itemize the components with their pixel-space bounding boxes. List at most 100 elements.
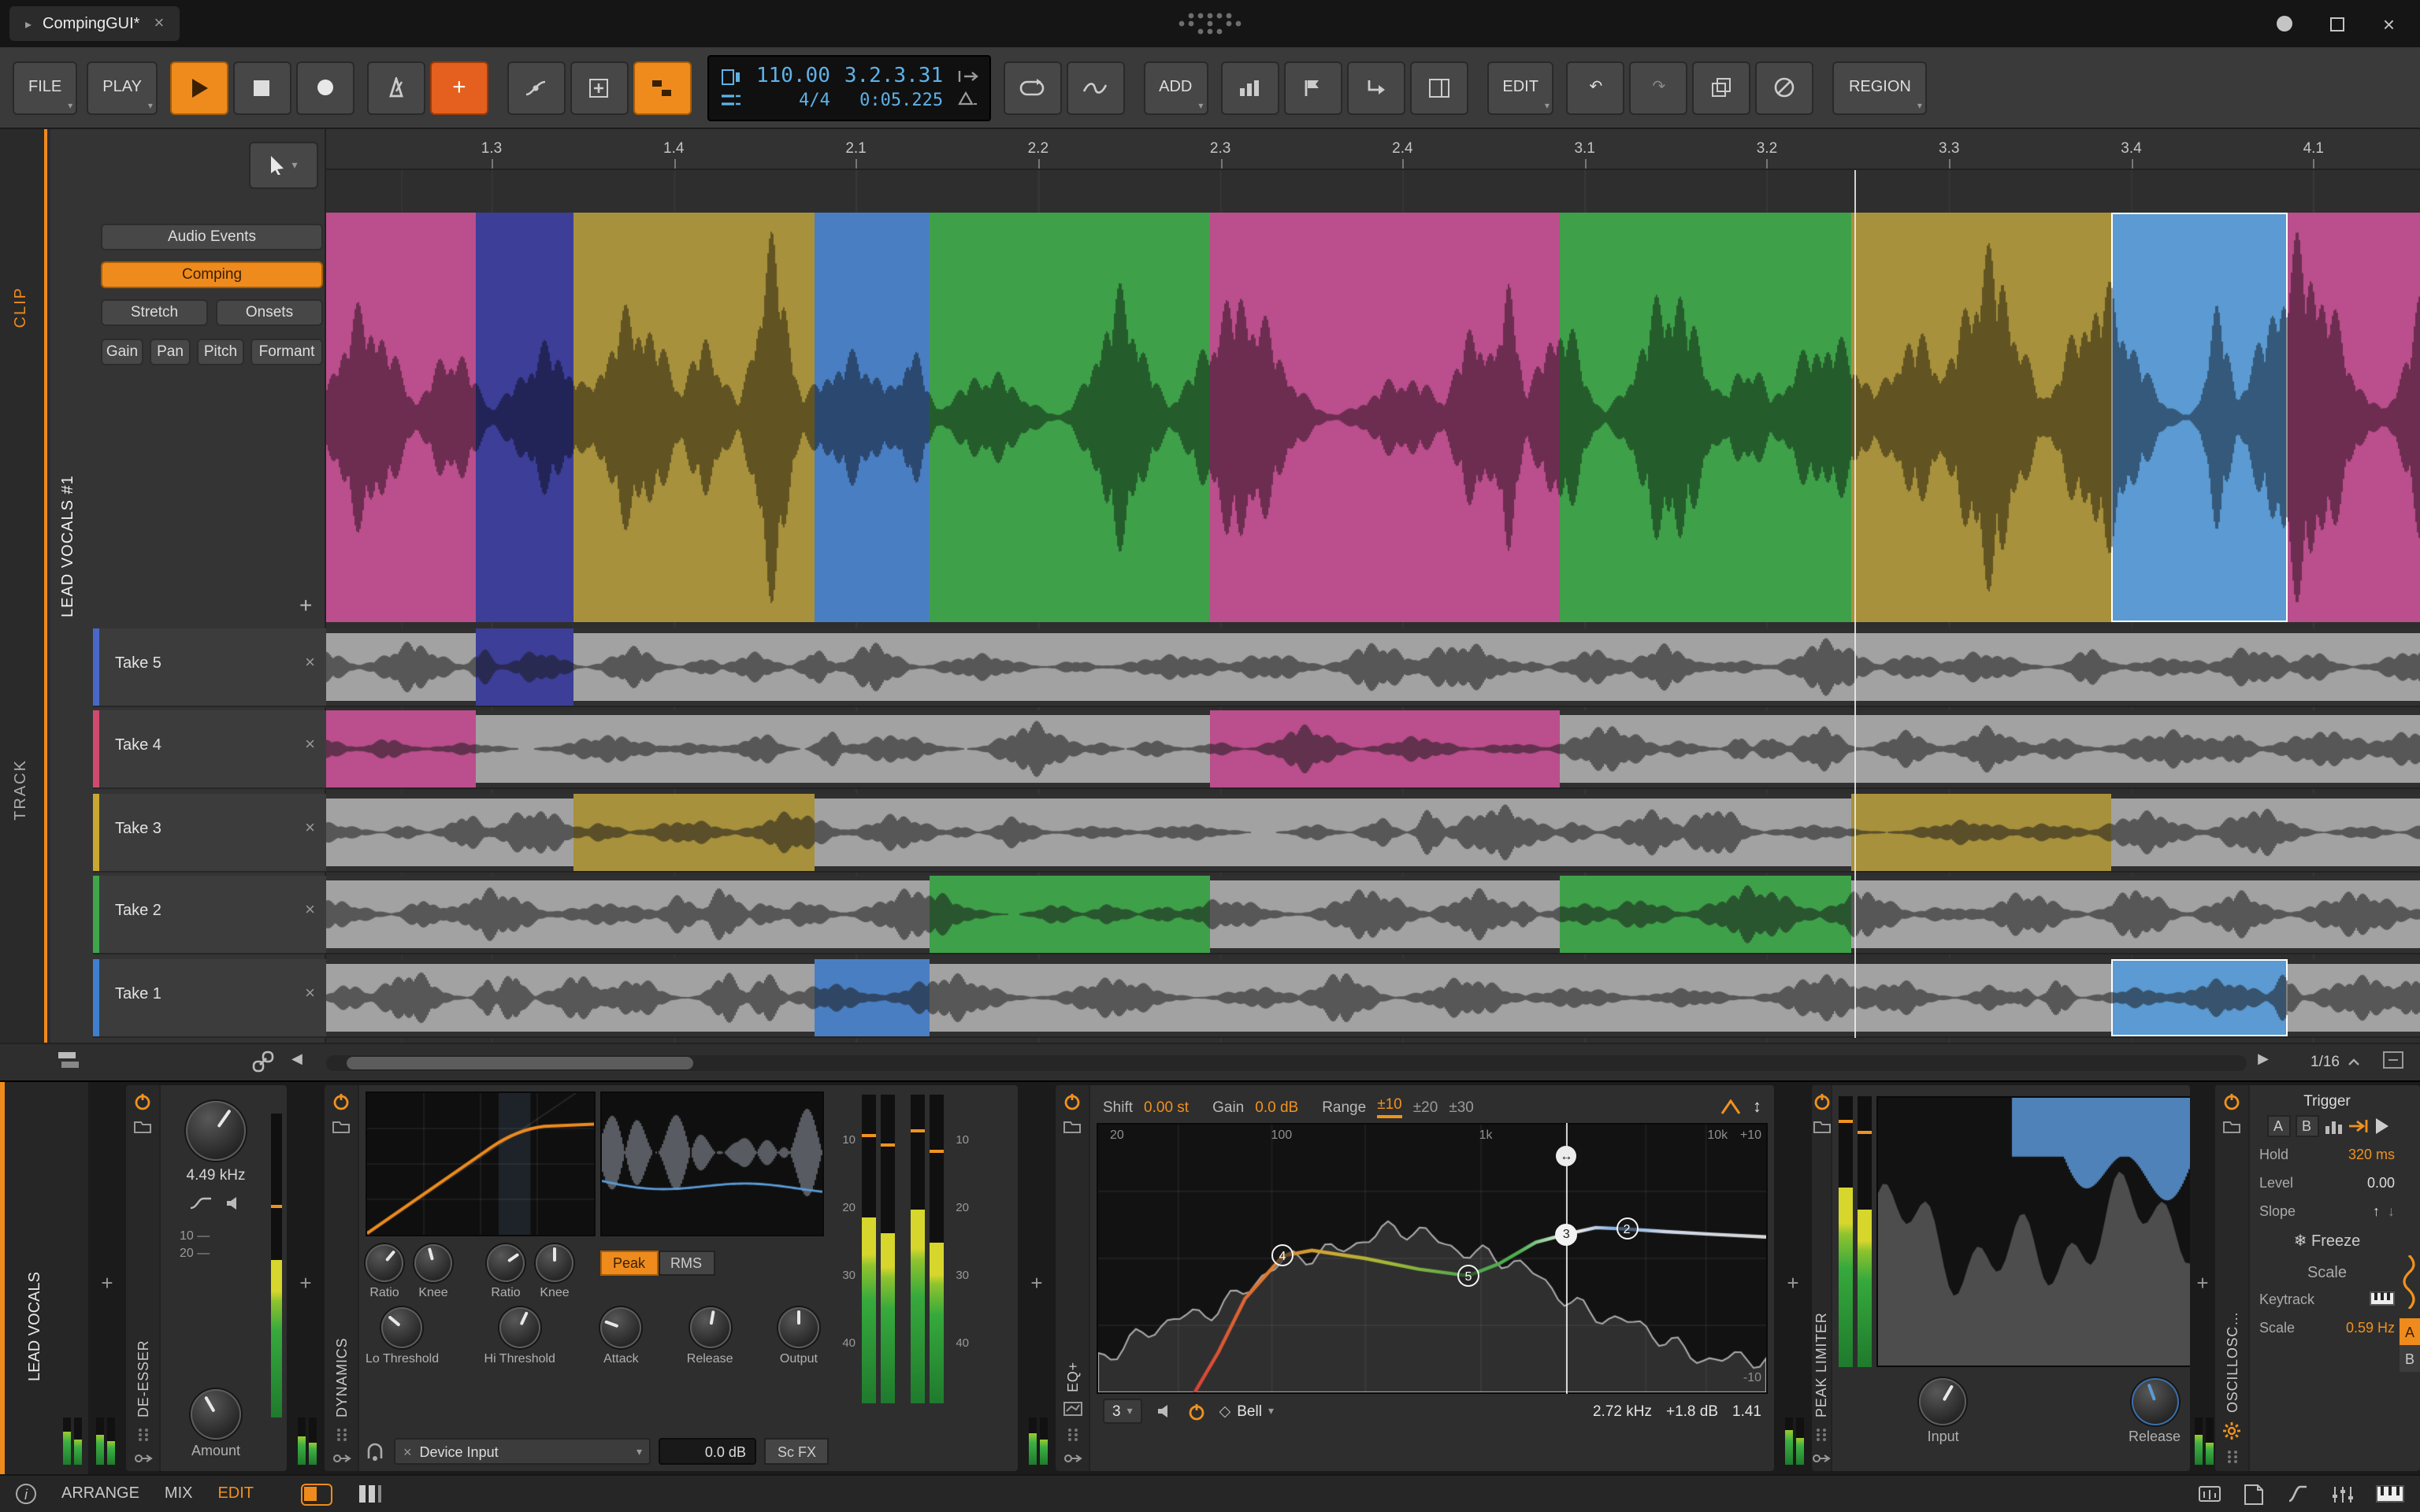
comp-main-lane[interactable] — [326, 213, 2420, 622]
onsets-button[interactable]: Onsets — [216, 299, 323, 326]
eq-band-node-3[interactable]: 3 — [1555, 1223, 1578, 1246]
level-value[interactable]: 0.00 — [2367, 1174, 2395, 1190]
trigger-source-a-button[interactable]: A — [2266, 1115, 2290, 1137]
rms-mode-button[interactable]: RMS — [658, 1251, 715, 1276]
power-icon[interactable] — [2223, 1093, 2240, 1110]
audio-events-button[interactable]: Audio Events — [101, 224, 323, 250]
add-device-slot[interactable]: + — [287, 1082, 325, 1474]
range-10-button[interactable]: ±10 — [1377, 1096, 1402, 1118]
automation-write-button[interactable] — [507, 61, 566, 114]
file-menu-button[interactable]: FILE — [13, 61, 78, 114]
mixer-strip-icon[interactable] — [2330, 1484, 2354, 1503]
sidechain-source-dropdown[interactable]: × Device Input ▾ — [394, 1438, 651, 1465]
gain-button[interactable]: Gain — [101, 339, 143, 365]
keytrack-piano-icon[interactable] — [2370, 1292, 2395, 1306]
link-icon[interactable] — [252, 1051, 274, 1073]
tab-close-icon[interactable]: × — [154, 14, 164, 33]
power-icon[interactable] — [332, 1093, 350, 1110]
zoom-fit-icon[interactable] — [2382, 1051, 2404, 1069]
window-close-icon[interactable]: × — [2383, 12, 2395, 35]
insert-button[interactable] — [1346, 61, 1405, 114]
record-button[interactable] — [295, 61, 354, 114]
take-header-row[interactable]: Take 1 × — [93, 958, 326, 1038]
edit-view-button[interactable]: EDIT — [217, 1485, 254, 1503]
slope-down-button[interactable]: ↓ — [2388, 1203, 2395, 1218]
add-menu-button[interactable]: ADD — [1143, 61, 1208, 114]
session-indicator-icon[interactable] — [2277, 16, 2293, 32]
trigger-run-icon[interactable] — [2374, 1118, 2388, 1134]
release-knob[interactable] — [689, 1307, 731, 1348]
range-30-button[interactable]: ±30 — [1449, 1099, 1474, 1116]
browser-panel-button[interactable] — [1409, 61, 1468, 114]
step-input-button[interactable] — [1220, 61, 1279, 114]
take-waveform[interactable] — [326, 628, 2420, 706]
play-menu-button[interactable]: PLAY — [87, 61, 158, 114]
playhead-time-value[interactable]: 0:05.225 — [859, 90, 943, 110]
gear-icon[interactable] — [2223, 1422, 2240, 1440]
gain-value[interactable]: 0.0 dB — [1255, 1099, 1298, 1116]
cancel-button[interactable] — [1755, 61, 1814, 114]
sidechain-fx-button[interactable]: Sc FX — [764, 1438, 829, 1465]
drag-handle-icon[interactable] — [1066, 1427, 1078, 1443]
shift-value[interactable]: 0.00 st — [1144, 1099, 1189, 1116]
arrange-view-button[interactable]: ARRANGE — [61, 1485, 139, 1503]
scroll-left-button[interactable]: ◀ — [291, 1051, 302, 1068]
scale-value[interactable]: 0.59 Hz — [2346, 1319, 2395, 1335]
edit-menu-button[interactable]: EDIT — [1487, 61, 1554, 114]
take-close-icon[interactable]: × — [305, 984, 315, 1002]
take-header-row[interactable]: Take 5 × — [93, 628, 326, 707]
spectrum-toggle-icon[interactable] — [1720, 1099, 1740, 1115]
scope-channel-b-tab[interactable]: B — [2400, 1345, 2420, 1372]
deesser-amount-knob[interactable] — [191, 1389, 241, 1440]
preset-folder-icon[interactable] — [134, 1120, 151, 1134]
formant-button[interactable]: Formant — [251, 339, 323, 365]
limiter-history-display[interactable] — [1876, 1096, 2190, 1367]
drag-handle-icon[interactable] — [335, 1427, 347, 1443]
drag-handle-icon[interactable] — [1815, 1427, 1828, 1443]
rail-tab-clip[interactable]: CLIP — [13, 287, 30, 328]
info-icon[interactable]: i — [16, 1484, 36, 1504]
take-close-icon[interactable]: × — [305, 901, 315, 920]
take-waveform[interactable] — [326, 958, 2420, 1036]
marker-button[interactable] — [1283, 61, 1342, 114]
punch-record-button[interactable]: + — [429, 61, 488, 114]
device-eq-plus[interactable]: EQ+ Shift 0.00 st Gain 0.0 dB Range ±10 … — [1056, 1085, 1774, 1471]
device-peak-limiter[interactable]: PEAK LIMITER -17.2 -10-20-30 Input Relea… — [1812, 1085, 2190, 1471]
band-power-icon[interactable] — [1188, 1403, 1205, 1420]
routing-icon[interactable] — [1063, 1452, 1082, 1465]
duplicate-button[interactable] — [1692, 61, 1751, 114]
take-close-icon[interactable]: × — [305, 819, 315, 838]
tool-selector-button[interactable]: ▾ — [249, 142, 318, 189]
preset-folder-icon[interactable] — [332, 1120, 350, 1134]
drag-handle-icon[interactable] — [136, 1427, 149, 1443]
eq-band-node-5[interactable]: 5 — [1457, 1265, 1479, 1288]
playhead-position-value[interactable]: 3.2.3.31 — [844, 65, 943, 88]
redo-button[interactable]: ↷ — [1629, 61, 1688, 114]
range-20-button[interactable]: ±20 — [1413, 1099, 1438, 1116]
hold-value[interactable]: 320 ms — [2348, 1146, 2395, 1162]
comp-mode-button[interactable] — [633, 61, 692, 114]
metronome-button[interactable] — [366, 61, 425, 114]
clear-icon[interactable]: × — [403, 1443, 412, 1459]
limiter-input-knob[interactable] — [1919, 1378, 1967, 1425]
limiter-release-knob[interactable] — [2131, 1378, 2178, 1425]
drag-handle-icon[interactable] — [2225, 1449, 2238, 1465]
add-device-slot[interactable]: + — [1774, 1082, 1812, 1474]
track-name[interactable]: LEAD VOCALS #1 — [60, 224, 77, 617]
take-waveform[interactable] — [326, 876, 2420, 954]
attack-knob[interactable] — [600, 1307, 642, 1348]
take-lane[interactable] — [326, 958, 2420, 1038]
grid-resolution[interactable]: 1/16 — [2311, 1054, 2360, 1071]
output-knob[interactable] — [778, 1307, 819, 1348]
project-tab[interactable]: ▸ CompingGUI* × — [9, 6, 180, 41]
compression-curve-display[interactable] — [366, 1091, 596, 1236]
gain-history-display[interactable] — [600, 1091, 824, 1236]
routing-icon[interactable] — [332, 1452, 351, 1465]
dynamics-knee-hi-knob[interactable] — [536, 1244, 573, 1282]
play-button[interactable] — [169, 61, 228, 114]
trigger-source-b-button[interactable]: B — [2295, 1115, 2318, 1137]
playhead[interactable] — [1854, 170, 1857, 1038]
routing-icon[interactable] — [1812, 1452, 1831, 1465]
pitch-button[interactable]: Pitch — [197, 339, 244, 365]
take-header-row[interactable]: Take 4 × — [93, 710, 326, 790]
